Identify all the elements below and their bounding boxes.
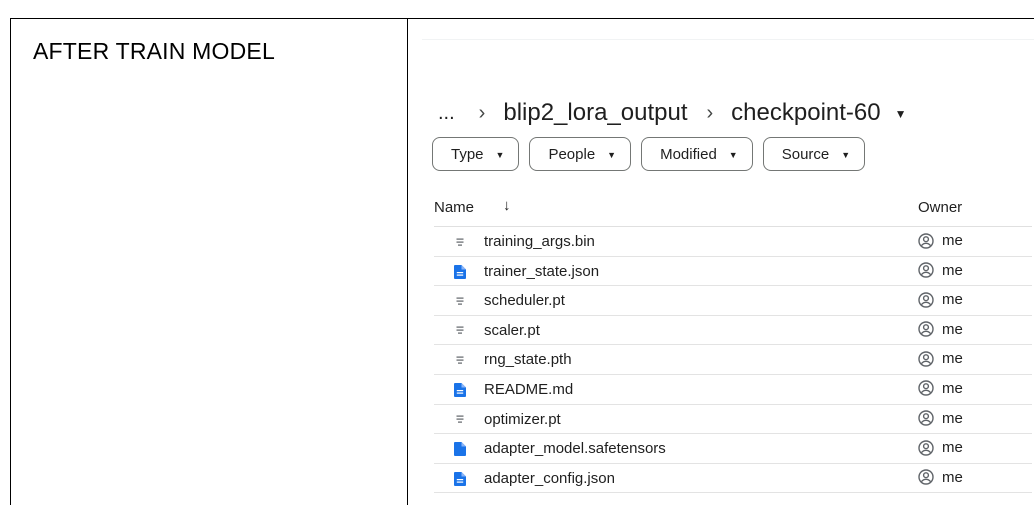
- owner-cell: me: [918, 321, 963, 338]
- owner-cell: me: [918, 291, 963, 308]
- generic-file-icon: [454, 353, 466, 367]
- filter-chip-source[interactable]: Source ▼: [762, 137, 866, 171]
- drive-folder-panel: ... › blip2_lora_output › checkpoint-60 ▼…: [408, 19, 1034, 505]
- filter-chip-people[interactable]: People ▼: [529, 137, 632, 171]
- doc-file-icon: [454, 471, 466, 486]
- column-header-name[interactable]: Name: [434, 199, 474, 216]
- file-name: scaler.pt: [484, 321, 540, 339]
- owner-cell: me: [918, 469, 963, 486]
- owner-cell: me: [918, 439, 963, 456]
- avatar-icon: [918, 232, 934, 249]
- table-left-border: [10, 18, 11, 505]
- avatar-icon: [918, 351, 934, 367]
- file-name: training_args.bin: [484, 233, 595, 250]
- owner-name: me: [942, 350, 963, 368]
- file-list-header: Name ↓ Owner: [434, 196, 1032, 227]
- file-row[interactable]: adapter_model.safetensors me: [434, 434, 1032, 464]
- owner-name: me: [942, 468, 963, 486]
- chevron-down-icon: ▼: [841, 150, 851, 160]
- filter-chip-label: Source: [781, 145, 830, 163]
- generic-file-icon: [454, 294, 466, 308]
- filter-chip-label: People: [548, 145, 596, 163]
- breadcrumb-item-parent[interactable]: blip2_lora_output: [503, 99, 687, 127]
- avatar-icon: [918, 410, 934, 426]
- filter-chip-type[interactable]: Type ▼: [432, 137, 520, 171]
- panel-top-divider: [422, 39, 1034, 40]
- file-name: adapter_model.safetensors: [484, 440, 666, 458]
- owner-name: me: [942, 291, 963, 309]
- file-name: trainer_state.json: [484, 262, 600, 280]
- owner-name: me: [942, 320, 963, 338]
- avatar-icon: [918, 262, 934, 278]
- owner-name: me: [942, 261, 963, 279]
- filter-chips: Type ▼ People ▼ Modified ▼ Source ▼: [432, 137, 875, 171]
- file-row[interactable]: optimizer.pt me: [434, 405, 1032, 435]
- generic-file-icon: [454, 235, 466, 249]
- breadcrumb-separator: ›: [706, 101, 714, 124]
- file-row[interactable]: training_args.bin me: [434, 227, 1032, 257]
- doc-file-icon: [454, 382, 466, 397]
- chevron-down-icon: ▼: [607, 150, 617, 160]
- avatar-icon: [918, 321, 934, 337]
- file-row[interactable]: rng_state.pth me: [434, 345, 1032, 375]
- chevron-down-icon: ▼: [495, 150, 505, 160]
- folder-menu-caret-icon: ▼: [894, 107, 907, 121]
- file-name: optimizer.pt: [484, 410, 561, 428]
- owner-cell: me: [918, 262, 963, 279]
- file-row[interactable]: trainer_state.json me: [434, 257, 1032, 287]
- owner-cell: me: [918, 350, 963, 367]
- filter-chip-modified[interactable]: Modified ▼: [641, 137, 753, 171]
- owner-name: me: [942, 439, 963, 457]
- generic-file-icon: [454, 324, 466, 338]
- doc-file-icon: [454, 264, 466, 279]
- file-row[interactable]: README.md me: [434, 375, 1032, 405]
- file-row[interactable]: scaler.pt me: [434, 316, 1032, 346]
- chevron-down-icon: ▼: [728, 150, 738, 160]
- filter-chip-label: Modified: [660, 145, 717, 163]
- file-name: scheduler.pt: [484, 292, 565, 310]
- file-list: training_args.bin me trainer_state.json …: [434, 227, 1032, 494]
- file-row[interactable]: scheduler.pt me: [434, 286, 1032, 316]
- blank-file-icon: [454, 442, 466, 457]
- file-name: README.md: [484, 380, 574, 398]
- breadcrumb: ... › blip2_lora_output › checkpoint-60 ▼: [438, 93, 907, 133]
- breadcrumb-separator: ›: [478, 101, 486, 124]
- file-row[interactable]: adapter_config.json me: [434, 464, 1032, 494]
- owner-cell: me: [918, 380, 963, 397]
- avatar-icon: [918, 439, 934, 456]
- avatar-icon: [918, 380, 934, 397]
- owner-name: me: [942, 409, 963, 427]
- caption-label: AFTER TRAIN MODEL: [33, 38, 275, 64]
- breadcrumb-current-folder[interactable]: checkpoint-60 ▼: [731, 99, 906, 127]
- sort-arrow-icon[interactable]: ↓: [503, 197, 511, 214]
- owner-name: me: [942, 232, 963, 249]
- filter-chip-label: Type: [451, 145, 484, 163]
- owner-cell: me: [918, 410, 963, 427]
- avatar-icon: [918, 469, 934, 485]
- owner-cell: me: [918, 232, 963, 249]
- avatar-icon: [918, 291, 934, 308]
- generic-file-icon: [454, 413, 466, 427]
- file-name: rng_state.pth: [484, 351, 572, 369]
- file-name: adapter_config.json: [484, 469, 615, 487]
- owner-name: me: [942, 379, 963, 397]
- column-header-owner: Owner: [918, 199, 963, 216]
- breadcrumb-current-label: checkpoint-60: [731, 99, 881, 126]
- breadcrumb-more-button[interactable]: ...: [438, 102, 455, 125]
